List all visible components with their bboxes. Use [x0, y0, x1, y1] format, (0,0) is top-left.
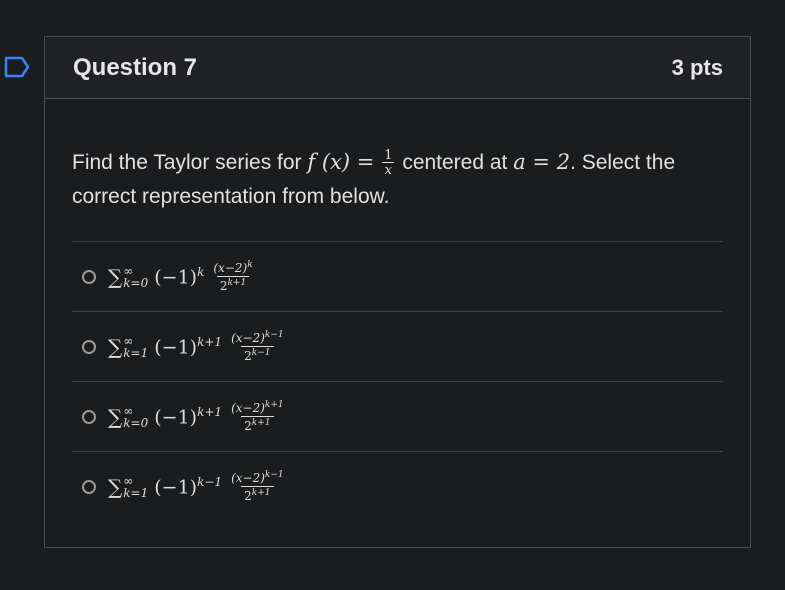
radio-button[interactable] — [82, 479, 96, 494]
term-numerator: (x−2)k−1 — [228, 331, 287, 346]
sum-limits: ∞ k=0 — [123, 265, 148, 289]
num-exponent: k+1 — [264, 400, 284, 410]
term-fraction: (x−2)k−1 2k−1 — [228, 331, 287, 363]
sum-lower: k=0 — [123, 415, 149, 430]
question-card: Question 7 3 pts Find the Taylor series … — [44, 36, 751, 548]
sign-term: (−1)k+1 — [154, 335, 222, 358]
answer-expression: ∑ ∞ k=1 (−1)k+1 (x−2)k−1 2k−1 — [108, 331, 287, 363]
answer-expression: ∑ ∞ k=0 (−1)k (x−2)k 2k+1 — [108, 261, 256, 293]
sum-upper: ∞ — [123, 333, 134, 348]
function-fraction: 1x — [382, 148, 395, 177]
term-fraction: (x−2)k−1 2k+1 — [228, 471, 287, 503]
num-base: (x−2) — [231, 331, 265, 345]
question-text-before: Find the Taylor series for — [72, 151, 302, 174]
sign-base: (−1) — [154, 406, 198, 429]
answer-expression: ∑ ∞ k=0 (−1)k+1 (x−2)k+1 2k+1 — [108, 401, 287, 433]
question-points: 3 pts — [671, 54, 723, 80]
bookmark-flag-icon[interactable] — [4, 56, 30, 78]
den-exponent: k−1 — [251, 348, 271, 358]
function-denominator: x — [382, 162, 395, 177]
sum-lower: k=1 — [123, 345, 149, 360]
sum-limits: ∞ k=1 — [123, 335, 148, 359]
term-fraction: (x−2)k+1 2k+1 — [228, 401, 287, 433]
answer-option-2[interactable]: ∑ ∞ k=1 (−1)k+1 (x−2)k−1 2k−1 — [72, 311, 723, 381]
sum-limits: ∞ k=1 — [123, 475, 148, 499]
num-base: (x−2) — [231, 471, 265, 485]
sum-upper: ∞ — [123, 473, 134, 488]
sum-lower: k=1 — [123, 485, 149, 500]
question-text: Find the Taylor series for f (x) = 1x ce… — [45, 99, 750, 214]
sign-exponent: k+1 — [197, 334, 223, 349]
num-exponent: k — [247, 260, 253, 270]
radio-button[interactable] — [82, 269, 96, 284]
sum-limits: ∞ k=0 — [123, 405, 148, 429]
term-numerator: (x−2)k — [210, 261, 255, 276]
sigma-symbol: ∑ — [108, 334, 123, 359]
radio-button[interactable] — [82, 409, 96, 424]
answer-list: ∑ ∞ k=0 (−1)k (x−2)k 2k+1 ∑ ∞ k=1 (−1)k+1 … — [72, 241, 723, 521]
term-denominator: 2k+1 — [241, 486, 274, 503]
sign-term: (−1)k — [154, 265, 204, 288]
sign-exponent: k+1 — [197, 404, 223, 419]
den-base: 2 — [244, 489, 252, 503]
term-numerator: (x−2)k−1 — [228, 471, 287, 486]
question-text-middle: centered at — [402, 151, 508, 174]
answer-expression: ∑ ∞ k=1 (−1)k−1 (x−2)k−1 2k+1 — [108, 471, 287, 503]
den-base: 2 — [244, 419, 252, 433]
question-header: Question 7 3 pts — [45, 37, 750, 99]
sigma-symbol: ∑ — [108, 404, 123, 429]
sum-upper: ∞ — [123, 263, 134, 278]
answer-option-3[interactable]: ∑ ∞ k=0 (−1)k+1 (x−2)k+1 2k+1 — [72, 381, 723, 451]
function-numerator: 1 — [384, 148, 393, 164]
sign-term: (−1)k+1 — [154, 405, 222, 428]
term-denominator: 2k−1 — [241, 346, 274, 363]
term-denominator: 2k+1 — [216, 276, 250, 292]
num-base: (x−2) — [231, 401, 265, 415]
term-denominator: 2k+1 — [241, 416, 274, 433]
sum-upper: ∞ — [123, 403, 134, 418]
den-base: 2 — [244, 349, 252, 363]
sign-exponent: k — [197, 264, 205, 279]
num-base: (x−2) — [213, 261, 248, 275]
answer-option-1[interactable]: ∑ ∞ k=0 (−1)k (x−2)k 2k+1 — [72, 241, 723, 311]
num-exponent: k−1 — [264, 330, 284, 340]
term-numerator: (x−2)k+1 — [228, 401, 287, 416]
sum-lower: k=0 — [123, 275, 149, 290]
sigma-symbol: ∑ — [108, 264, 123, 289]
sign-base: (−1) — [154, 476, 198, 499]
sigma-symbol: ∑ — [108, 474, 123, 499]
den-exponent: k+1 — [251, 418, 271, 428]
question-title: Question 7 — [73, 53, 198, 81]
den-exponent: k+1 — [227, 278, 247, 288]
sign-term: (−1)k−1 — [154, 475, 222, 498]
den-exponent: k+1 — [251, 488, 271, 498]
center-expression: a = 2 — [513, 150, 571, 174]
answer-option-4[interactable]: ∑ ∞ k=1 (−1)k−1 (x−2)k−1 2k+1 — [72, 451, 723, 521]
sign-exponent: k−1 — [197, 474, 223, 489]
sign-base: (−1) — [154, 336, 198, 359]
num-exponent: k−1 — [264, 470, 284, 480]
sign-base: (−1) — [154, 266, 198, 289]
term-fraction: (x−2)k 2k+1 — [210, 261, 255, 293]
function-lhs: f (x) = — [307, 150, 375, 174]
radio-button[interactable] — [82, 339, 96, 354]
